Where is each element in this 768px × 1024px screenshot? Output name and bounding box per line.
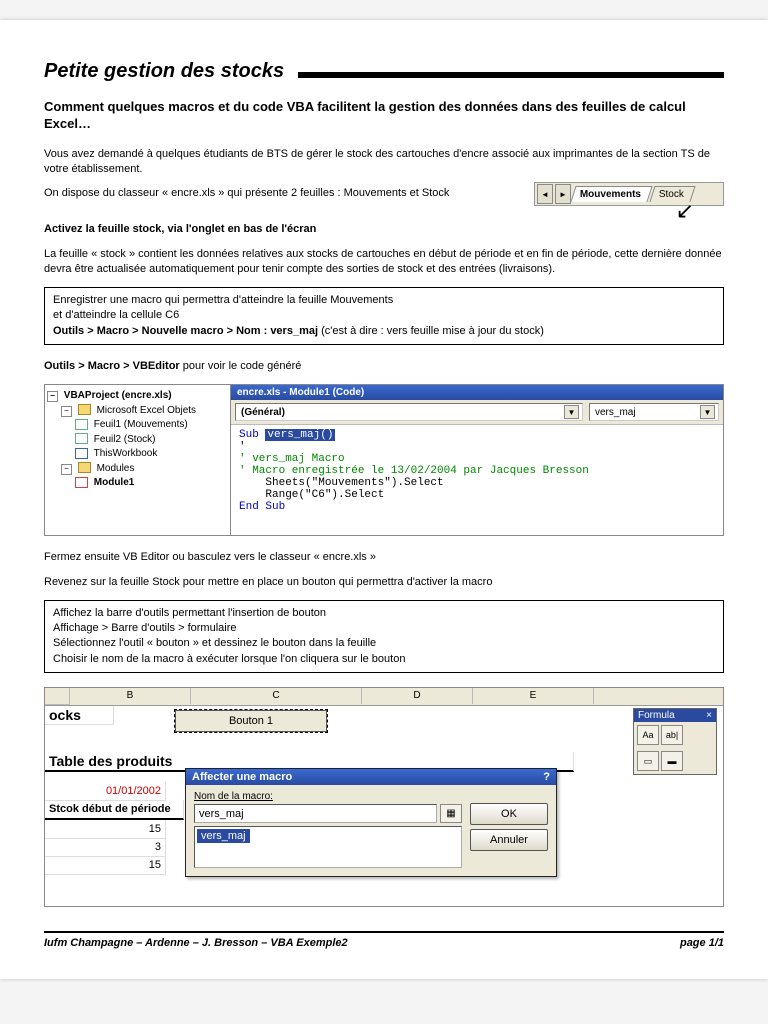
worksheet-icon (75, 419, 88, 430)
tab-stock[interactable]: Stock (650, 186, 696, 202)
page-title: Petite gestion des stocks (44, 60, 284, 83)
code-text[interactable]: Sub vers_maj() ' ' vers_maj Macro ' Macr… (231, 425, 723, 535)
box2-line2: Affichage > Barre d'outils > formulaire (53, 621, 715, 636)
instruction-heading-2: Outils > Macro > VBEditor pour voir le c… (44, 359, 724, 374)
sheet-tabs-figure: ◄ ► Mouvements Stock ↙ (534, 182, 724, 216)
excel-column-headers: B C D E (45, 688, 723, 706)
excel-figure: B C D E ocks Bouton 1 Formula × Aa ab (44, 687, 724, 907)
tree-folder-modules[interactable]: − Modules (47, 462, 228, 477)
sheet-tabs-bar: ◄ ► Mouvements Stock (534, 182, 724, 206)
vb-code-pane: encre.xls - Module1 (Code) (Général) ▼ v… (231, 385, 723, 535)
tree-sheet2[interactable]: Feuil2 (Stock) (47, 433, 228, 448)
macro-name-label: Nom de la macro: (194, 791, 462, 802)
code-window-title: encre.xls - Module1 (Code) (231, 385, 723, 400)
chevron-down-icon[interactable]: ▼ (564, 405, 579, 419)
forms-toolbar-title[interactable]: Formula × (634, 709, 716, 722)
cell-title-frag: ocks (45, 706, 114, 725)
toolbar-button-icon[interactable]: ▬ (661, 751, 683, 771)
footer-right: page 1/1 (680, 937, 724, 949)
cell-v2: 3 (45, 838, 166, 857)
instruction-box-2: Affichez la barre d'outils permettant l'… (44, 600, 724, 674)
tree-sheet1[interactable]: Feuil1 (Mouvements) (47, 418, 228, 433)
macro-list[interactable]: vers_maj (194, 826, 462, 868)
column-header-c[interactable]: C (191, 688, 362, 704)
close-icon[interactable]: × (706, 710, 712, 721)
column-header-b[interactable]: B (70, 688, 191, 704)
tree-collapse-icon[interactable]: − (61, 406, 72, 417)
toolbar-groupbox-icon[interactable]: ▭ (637, 751, 659, 771)
box2-line4: Choisir le nom de la macro à exécuter lo… (53, 652, 715, 667)
procedure-dropdown[interactable]: vers_maj ▼ (589, 403, 719, 421)
workbook-icon (75, 448, 88, 459)
box2-line1: Affichez la barre d'outils permettant l'… (53, 606, 715, 621)
tree-folder-objects[interactable]: − Microsoft Excel Objets (47, 404, 228, 419)
tab-mouvements[interactable]: Mouvements (570, 186, 652, 202)
box1-line2: et d'atteindre la cellule C6 (53, 308, 715, 323)
macro-list-item[interactable]: vers_maj (197, 829, 250, 843)
title-rule (298, 72, 724, 78)
tree-thisworkbook[interactable]: ThisWorkbook (47, 447, 228, 462)
code-dropdown-row: (Général) ▼ vers_maj ▼ (231, 400, 723, 425)
folder-icon (78, 462, 91, 473)
intro-paragraph-1: Vous avez demandé à quelques étudiants d… (44, 147, 724, 177)
excel-cells[interactable]: ocks Bouton 1 Formula × Aa ab| ▭ ▬ (45, 706, 723, 906)
worksheet-icon (75, 433, 88, 444)
box2-line3: Sélectionnez l'outil « bouton » et dessi… (53, 636, 715, 651)
form-button-1[interactable]: Bouton 1 (175, 710, 327, 732)
cell-date: 01/01/2002 (45, 782, 166, 801)
column-header-d[interactable]: D (362, 688, 473, 704)
vb-project-explorer: − VBAProject (encre.xls) − Microsoft Exc… (45, 385, 231, 535)
box1-line3: Outils > Macro > Nouvelle macro > Nom : … (53, 324, 715, 339)
page-subtitle: Comment quelques macros et du code VBA f… (44, 99, 724, 133)
instruction-heading-1: Activez la feuille stock, via l'onglet e… (44, 222, 724, 237)
macro-name-input[interactable] (194, 804, 437, 823)
page-footer: Iufm Champagne – Ardenne – J. Bresson – … (44, 931, 724, 949)
assign-macro-dialog: Affecter une macro ? Nom de la macro: ▦ … (185, 768, 557, 877)
tab-nav-next-icon[interactable]: ► (555, 184, 571, 204)
document-page: Petite gestion des stocks Comment quelqu… (0, 20, 768, 979)
tree-collapse-icon[interactable]: − (61, 464, 72, 475)
annotation-arrow-icon: ↙ (534, 206, 724, 216)
paragraph-close-editor: Fermez ensuite VB Editor ou basculez ver… (44, 550, 724, 565)
tree-collapse-icon[interactable]: − (47, 391, 58, 402)
folder-icon (78, 404, 91, 415)
object-dropdown[interactable]: (Général) ▼ (235, 403, 583, 421)
paragraph-return-stock: Revenez sur la feuille Stock pour mettre… (44, 575, 724, 590)
cell-v3: 15 (45, 856, 166, 875)
instruction-box-1: Enregistrer une macro qui permettra d'at… (44, 287, 724, 345)
chevron-down-icon[interactable]: ▼ (700, 405, 715, 419)
vb-editor-figure: − VBAProject (encre.xls) − Microsoft Exc… (44, 384, 724, 536)
ok-button[interactable]: OK (470, 803, 548, 825)
cancel-button[interactable]: Annuler (470, 829, 548, 851)
tree-module1[interactable]: Module1 (47, 476, 228, 491)
range-picker-icon[interactable]: ▦ (440, 804, 462, 823)
row-label-stock-debut: Stcok début de période (45, 800, 184, 820)
footer-left: Iufm Champagne – Ardenne – J. Bresson – … (44, 937, 348, 949)
paragraph-stock-desc: La feuille « stock » contient les donnée… (44, 247, 724, 277)
tree-project[interactable]: − VBAProject (encre.xls) (47, 389, 228, 404)
box1-line1: Enregistrer une macro qui permettra d'at… (53, 293, 715, 308)
toolbar-label-icon[interactable]: Aa (637, 725, 659, 745)
dialog-titlebar[interactable]: Affecter une macro ? (186, 769, 556, 785)
select-all-corner[interactable] (45, 688, 70, 705)
column-header-e[interactable]: E (473, 688, 594, 704)
cell-v1: 15 (45, 820, 166, 839)
title-row: Petite gestion des stocks (44, 60, 724, 89)
help-icon[interactable]: ? (543, 771, 550, 783)
module-icon (75, 477, 88, 488)
tab-nav-prev-icon[interactable]: ◄ (537, 184, 553, 204)
toolbar-editbox-icon[interactable]: ab| (661, 725, 683, 745)
forms-toolbar[interactable]: Formula × Aa ab| ▭ ▬ (633, 708, 717, 775)
excel-grid: ocks Bouton 1 Formula × Aa ab| ▭ ▬ (45, 706, 723, 906)
